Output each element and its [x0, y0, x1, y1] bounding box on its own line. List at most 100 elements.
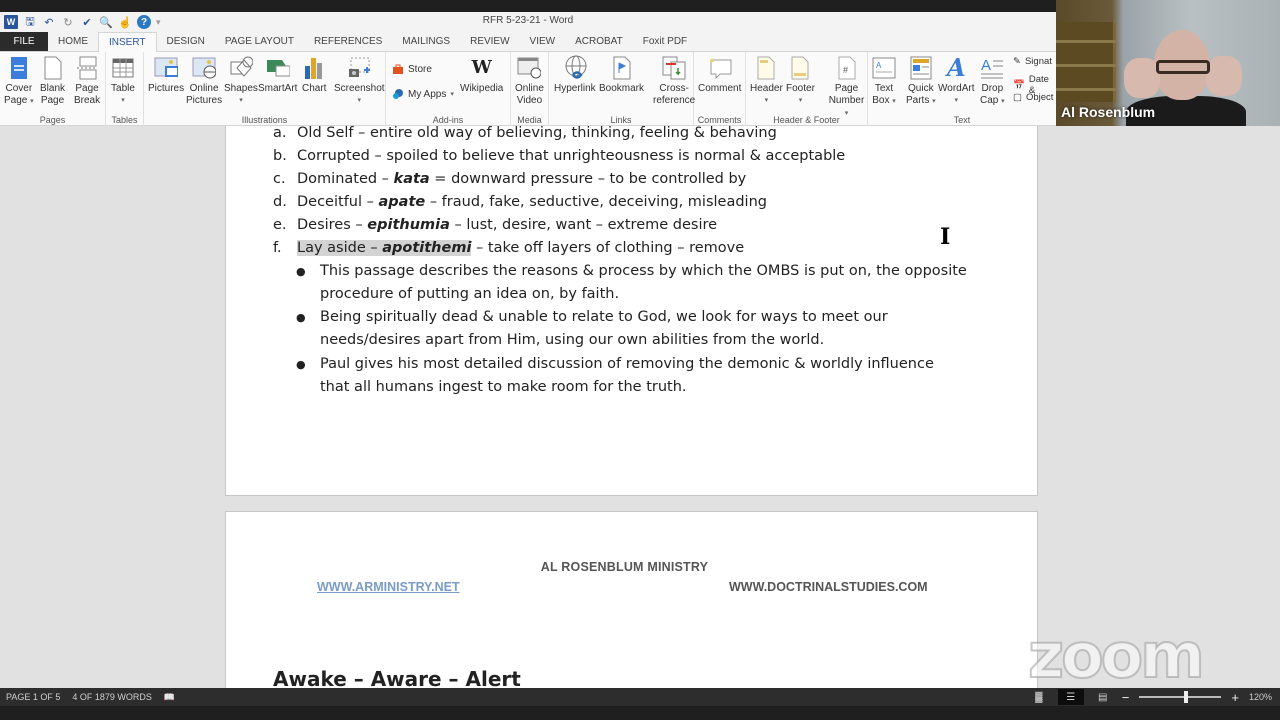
cross-reference-button[interactable]: Cross- reference: [653, 55, 695, 107]
bullet-continuation: that all humans ingest to make room for …: [320, 379, 687, 395]
header-button[interactable]: Header ▾: [750, 55, 783, 107]
ministry-website-link[interactable]: WWW.ARMINISTRY.NET: [317, 580, 460, 594]
group-pages: Cover Page ▾ Blank Page Page Break Pages: [0, 52, 106, 126]
online-pictures-button[interactable]: Online Pictures: [186, 55, 222, 107]
quick-parts-button[interactable]: Quick Parts ▾: [906, 55, 936, 108]
tab-design[interactable]: DESIGN: [157, 32, 215, 51]
tab-references[interactable]: REFERENCES: [304, 32, 392, 51]
tab-view[interactable]: VIEW: [520, 32, 566, 51]
smartart-icon: [266, 55, 290, 81]
tab-acrobat[interactable]: ACROBAT: [565, 32, 633, 51]
footer-icon: [788, 55, 812, 81]
list-item: a. Old Self – entire old way of believing…: [273, 126, 777, 141]
bookmark-icon: [610, 55, 634, 81]
object-button[interactable]: ▢ Object: [1013, 92, 1053, 103]
title-bar: W 🖫 ↶ ↻ ✔ 🔍 ☝ ? ▾ RFR 5-23-21 - Word: [0, 12, 1056, 32]
status-bar: PAGE 1 OF 5 4 OF 1879 WORDS 📖 ▓ ☰ ▤ − + …: [0, 688, 1280, 706]
tab-file[interactable]: FILE: [0, 32, 48, 51]
bottom-strip: [0, 706, 1280, 720]
hyperlink-icon: [563, 55, 587, 81]
group-media: Online Video Media: [511, 52, 549, 126]
chart-icon: [302, 55, 326, 81]
zoom-in-button[interactable]: +: [1231, 690, 1239, 705]
tab-page-layout[interactable]: PAGE LAYOUT: [215, 32, 304, 51]
pictures-icon: [154, 55, 179, 81]
page-break-button[interactable]: Page Break: [74, 55, 100, 107]
page-count-status[interactable]: PAGE 1 OF 5: [6, 692, 60, 702]
footer-button[interactable]: Footer ▾: [786, 55, 815, 107]
wikipedia-icon: W: [471, 57, 492, 78]
smartart-button[interactable]: SmartArt: [258, 55, 297, 95]
text-box-icon: A: [872, 55, 896, 81]
drop-cap-button[interactable]: A Drop Cap ▾: [980, 55, 1005, 108]
tab-mailings[interactable]: MAILINGS: [392, 32, 460, 51]
bookmark-button[interactable]: Bookmark: [599, 55, 644, 95]
comment-button[interactable]: Comment: [698, 55, 741, 95]
signature-line-button[interactable]: ✎ Signat: [1013, 56, 1052, 67]
tab-foxit-pdf[interactable]: Foxit PDF: [633, 32, 697, 51]
tab-home[interactable]: HOME: [48, 32, 98, 51]
web-layout-icon[interactable]: ▤: [1094, 689, 1112, 705]
participant-video[interactable]: Al Rosenblum: [1056, 0, 1280, 126]
zoom-slider-thumb[interactable]: [1184, 691, 1189, 703]
table-button[interactable]: Table ▾: [111, 55, 135, 107]
blank-page-button[interactable]: Blank Page: [40, 55, 65, 107]
svg-text:#: #: [843, 65, 848, 75]
zoom-watermark-logo: zoom: [1027, 619, 1206, 692]
group-label-text: Text: [953, 115, 971, 125]
document-area[interactable]: a. Old Self – entire old way of believing…: [0, 126, 1280, 688]
glasses: [1156, 60, 1210, 74]
cover-page-icon: [7, 55, 31, 81]
online-video-button[interactable]: Online Video: [515, 55, 544, 107]
document-page-2[interactable]: AL ROSENBLUM MINISTRY WWW.ARMINISTRY.NET…: [225, 511, 1038, 688]
participant-hand: [1124, 58, 1160, 98]
zoom-slider[interactable]: [1139, 691, 1222, 703]
list-item: d. Deceitful – apate – fraud, fake, seduc…: [273, 194, 767, 210]
quick-parts-icon: [909, 55, 933, 81]
page-number-button[interactable]: # Page Number ▾: [826, 55, 867, 120]
bullet-icon: ●: [296, 358, 306, 371]
wordart-button[interactable]: A WordArt ▾: [938, 55, 975, 107]
group-illustrations: Pictures Online Pictures Shapes ▾ SmartA…: [144, 52, 386, 126]
tab-review[interactable]: REVIEW: [460, 32, 519, 51]
screenshot-button[interactable]: Screenshot ▾: [334, 55, 385, 107]
pictures-button[interactable]: Pictures: [148, 55, 184, 95]
header-ministry-name: AL ROSENBLUM MINISTRY: [540, 560, 709, 574]
zoom-out-button[interactable]: −: [1122, 690, 1130, 705]
cover-page-button[interactable]: Cover Page ▾: [4, 55, 34, 108]
group-text: A Text Box ▾ Quick Parts ▾ A WordArt ▾ A…: [868, 52, 1056, 126]
participant-name: Al Rosenblum: [1061, 104, 1156, 120]
comment-icon: [708, 55, 732, 81]
bullet-item: ● Being spiritually dead & unable to rela…: [296, 309, 888, 325]
shapes-button[interactable]: Shapes ▾: [224, 55, 258, 107]
print-layout-icon[interactable]: ☰: [1057, 689, 1084, 705]
ribbon-tabs: FILE HOME INSERT DESIGN PAGE LAYOUT REFE…: [0, 32, 1056, 52]
zoom-level[interactable]: 120%: [1249, 692, 1272, 702]
wikipedia-button[interactable]: W Wikipedia: [460, 55, 503, 95]
tab-insert[interactable]: INSERT: [98, 32, 157, 52]
view-controls: ▓ ☰ ▤ − + 120%: [1030, 688, 1272, 706]
document-page-1[interactable]: a. Old Self – entire old way of believing…: [225, 126, 1038, 496]
bullet-continuation: needs/desires apart from Him, using our …: [320, 332, 825, 348]
group-links: Hyperlink Bookmark Cross- reference Link…: [549, 52, 695, 126]
my-apps-icon: [393, 89, 403, 99]
bookshelf-background: [1056, 22, 1116, 102]
chart-button[interactable]: Chart: [302, 55, 326, 95]
read-mode-icon[interactable]: ▓: [1030, 689, 1048, 705]
group-label-tables: Tables: [111, 115, 138, 125]
hyperlink-button[interactable]: Hyperlink: [554, 55, 596, 95]
signature-line-icon: ✎: [1013, 56, 1021, 67]
page-break-icon: [75, 55, 99, 81]
word-count-status[interactable]: 4 OF 1879 WORDS: [72, 692, 152, 702]
group-label-header-footer: Header & Footer: [773, 115, 840, 125]
proofing-icon[interactable]: 📖: [164, 692, 175, 703]
doctrinal-studies-website[interactable]: WWW.DOCTRINALSTUDIES.COM: [729, 580, 928, 594]
window-title: RFR 5-23-21 - Word: [482, 15, 574, 26]
text-box-button[interactable]: A Text Box ▾: [872, 55, 896, 108]
store-button[interactable]: Store: [392, 63, 432, 75]
bullet-item: ● This passage describes the reasons & pr…: [296, 263, 967, 279]
screenshot-icon: [347, 55, 371, 81]
my-apps-button[interactable]: My Apps ▾: [392, 88, 454, 100]
group-label-media: Media: [517, 115, 542, 125]
text-selection[interactable]: Lay aside – apotithemi: [297, 240, 472, 256]
